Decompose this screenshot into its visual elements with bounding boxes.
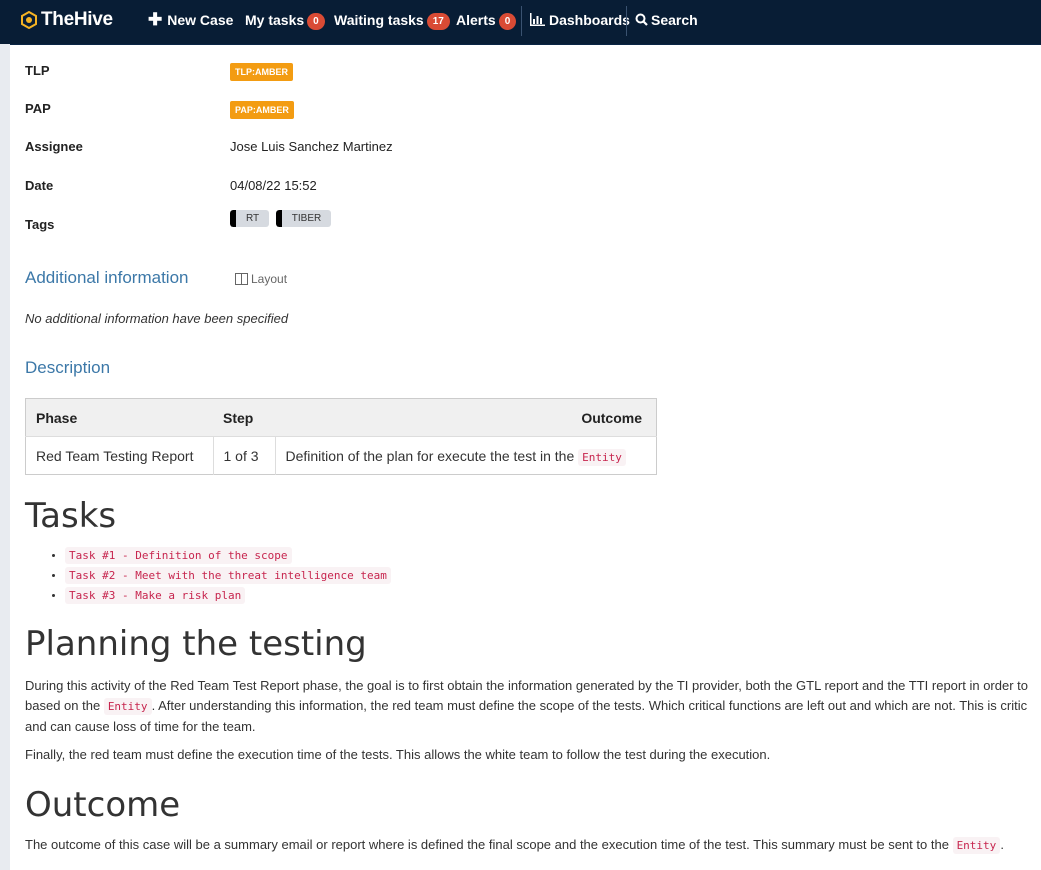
bar-chart-icon [530,13,545,26]
waiting-tasks-count-badge: 17 [426,12,450,30]
assignee-value: Jose Luis Sanchez Martinez [230,139,393,154]
search-link[interactable]: Search [635,0,698,40]
planning-paragraph: During this activity of the Red Team Tes… [25,676,1041,737]
column-header-step: Step [213,398,275,437]
list-item: Task #3 - Make a risk plan [65,586,391,606]
left-gutter [0,44,10,870]
no-additional-info-note: No additional information have been spec… [25,311,289,326]
alerts-link[interactable]: Alerts 0 [456,0,517,40]
list-item: Task #1 - Definition of the scope [65,546,391,566]
entity-code: Entity [578,448,626,466]
planning-heading: Planning the testing [25,624,367,664]
text-segment: . After understanding this information, … [151,698,1028,713]
cell-phase: Red Team Testing Report [25,436,214,475]
outcome-heading: Outcome [25,785,181,825]
brand-name: TheHive [41,9,113,30]
pap-label: PAP [25,101,51,116]
search-icon [635,13,648,26]
plus-icon: ✚ [148,10,163,29]
tags-list: RT TIBER [230,210,334,230]
table-row: Red Team Testing Report 1 of 3 Definitio… [25,436,657,475]
text-segment: The outcome of this case will be a summa… [25,837,949,852]
my-tasks-count-badge: 0 [307,12,325,30]
task-code: Task #3 - Make a risk plan [65,587,246,604]
tasks-list: Task #1 - Definition of the scope Task #… [25,546,391,606]
tlp-label: TLP [25,63,50,78]
date-label: Date [25,178,54,193]
nav-divider [521,6,522,36]
waiting-tasks-link[interactable]: Waiting tasks 17 [334,0,450,40]
paragraph-line: During this activity of the Red Team Tes… [25,678,1028,693]
tag-label: RT [246,213,260,224]
entity-code: Entity [952,837,1001,854]
task-code: Task #1 - Definition of the scope [65,547,292,564]
tag-tiber[interactable]: TIBER [275,210,332,227]
paragraph-line: based on the Entity. After understanding… [25,696,1041,717]
paragraph-line: and can cause loss of time for the team. [25,719,256,734]
new-case-button[interactable]: ✚ New Case [148,0,233,40]
top-navbar: TheHive ✚ New Case My tasks 0 Waiting task… [0,0,1041,45]
task-code: Task #2 - Meet with the threat intellige… [65,567,391,584]
tag-label: TIBER [291,213,322,224]
pap-badge: PAP:AMBER [230,101,294,119]
outcome-text: Definition of the plan for execute the t… [285,447,575,464]
dashboards-link[interactable]: Dashboards [530,0,630,40]
waiting-tasks-label: Waiting tasks [334,12,424,28]
search-label: Search [651,12,698,28]
alerts-label: Alerts [456,12,496,28]
nav-divider [626,6,627,36]
my-tasks-link[interactable]: My tasks 0 [245,0,325,40]
list-item: Task #2 - Meet with the threat intellige… [65,566,391,586]
additional-info-title: Additional information [25,268,189,287]
column-header-phase: Phase [25,398,213,437]
entity-code: Entity [103,698,152,715]
alerts-count-badge: 0 [498,12,517,30]
table-header-row: Phase Step Outcome [25,398,657,437]
text-segment: based on the [25,698,101,713]
new-case-label: New Case [167,12,234,28]
date-value: 04/08/22 15:52 [230,178,317,193]
bee-logo-icon [21,11,37,29]
description-title: Description [25,358,111,377]
tasks-heading: Tasks [25,496,117,536]
my-tasks-label: My tasks [245,12,305,28]
tag-rt[interactable]: RT [230,210,270,227]
column-header-outcome: Outcome [275,398,657,437]
tags-label: Tags [25,217,55,232]
description-table: Phase Step Outcome Red Team Testing Repo… [25,398,657,475]
layout-label: Layout [251,272,288,286]
cell-step: 1 of 3 [213,436,276,475]
tlp-badge: TLP:AMBER [230,63,293,81]
cell-outcome: Definition of the plan for execute the t… [275,437,657,475]
layout-button[interactable]: Layout [235,272,287,286]
outcome-paragraph: The outcome of this case will be a summa… [25,835,1041,856]
brand-logo[interactable]: TheHive [20,6,113,34]
columns-icon [235,273,248,285]
planning-paragraph-2: Finally, the red team must define the ex… [25,747,771,762]
dashboards-label: Dashboards [549,12,630,28]
assignee-label: Assignee [25,139,83,154]
text-segment: . [1000,837,1004,852]
